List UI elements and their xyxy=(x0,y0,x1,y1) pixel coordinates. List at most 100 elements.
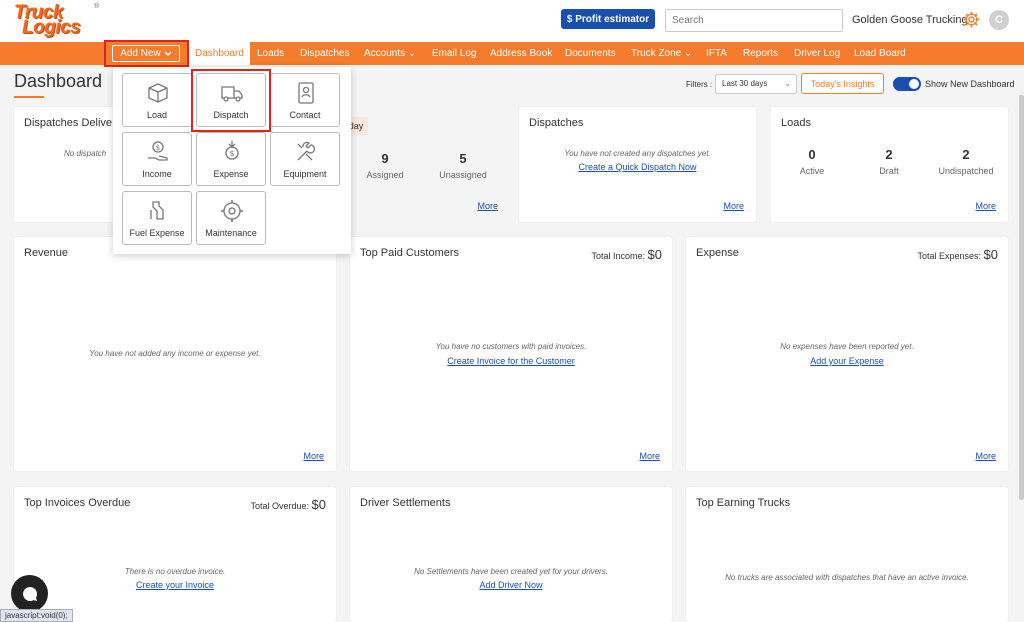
draft-stat: 2 Draft xyxy=(854,147,924,176)
add-expense-tile[interactable]: $ Expense xyxy=(196,132,266,186)
nav-ifta[interactable]: IFTA xyxy=(706,42,727,65)
assigned-count: 9 xyxy=(381,151,389,166)
filters-label: Filters : xyxy=(686,80,713,89)
expense-card: Expense Total Expenses: $0 No expenses h… xyxy=(686,237,1008,471)
nav-address-book[interactable]: Address Book xyxy=(490,42,552,65)
more-link[interactable]: More xyxy=(975,201,996,211)
tile-label: Fuel Expense xyxy=(129,228,185,238)
contact-card-icon xyxy=(298,82,314,104)
nav-dashboard[interactable]: Dashboard xyxy=(189,42,250,65)
empty-message: You have no customers with paid invoices… xyxy=(435,342,587,351)
nav-load-board[interactable]: Load Board xyxy=(854,42,906,65)
truck-logics-logo[interactable]: Truck Logics ® xyxy=(12,2,99,40)
card-title: Top Invoices Overdue xyxy=(24,497,131,509)
svg-text:$: $ xyxy=(229,149,234,158)
search-input[interactable] xyxy=(665,9,843,32)
add-load-tile[interactable]: Load xyxy=(122,73,192,127)
total-expenses: Total Expenses: $0 xyxy=(917,247,998,262)
top-bar: Truck Logics ® $ Profit estimator Golden… xyxy=(0,0,1024,42)
tile-label: Equipment xyxy=(283,169,327,179)
scrollbar[interactable] xyxy=(1019,95,1024,500)
date-filter-select[interactable]: Last 30 days ⌄ xyxy=(715,74,797,94)
unassigned-count: 5 xyxy=(459,151,467,166)
add-equipment-tile[interactable]: Equipment xyxy=(270,132,340,186)
active-label: Active xyxy=(799,166,825,176)
assigned-label: Assigned xyxy=(366,170,404,180)
card-title: Top Paid Customers xyxy=(360,247,460,259)
nav-loads[interactable]: Loads xyxy=(257,42,284,65)
loads-card: Loads 0 Active 2 Draft 2 Undispatched Mo… xyxy=(771,107,1008,222)
add-driver-link[interactable]: Add Driver Now xyxy=(350,580,672,590)
create-dispatch-link[interactable]: Create a Quick Dispatch Now xyxy=(519,162,756,172)
total-label: Total Income: xyxy=(591,251,646,261)
undispatched-count: 2 xyxy=(962,147,970,162)
todays-insights-button[interactable]: Today's Insights xyxy=(801,73,884,94)
create-invoice-link[interactable]: Create your Invoice xyxy=(14,580,336,590)
nav-documents[interactable]: Documents xyxy=(565,42,616,65)
empty-message: There is no overdue invoice. xyxy=(124,567,226,576)
nav-email-log[interactable]: Email Log xyxy=(432,42,476,65)
add-income-tile[interactable]: $ Income xyxy=(122,132,192,186)
unassigned-stat: 5 Unassigned xyxy=(428,151,498,180)
add-expense-link[interactable]: Add your Expense xyxy=(686,356,1008,366)
add-contact-tile[interactable]: Contact xyxy=(270,73,340,127)
more-link[interactable]: More xyxy=(477,201,498,211)
total-value: $0 xyxy=(647,247,662,262)
tile-label: Expense xyxy=(213,169,249,179)
maintenance-gear-icon xyxy=(221,200,243,222)
total-value: $0 xyxy=(983,247,998,262)
company-name[interactable]: Golden Goose Trucking xyxy=(852,14,968,26)
tile-label: Income xyxy=(142,169,172,179)
add-new-button[interactable]: Add New xyxy=(112,45,180,62)
card-title: Expense xyxy=(696,247,739,259)
tools-icon xyxy=(297,141,316,161)
card-title: Revenue xyxy=(24,247,69,259)
add-new-label: Add New xyxy=(120,48,161,59)
card-title: Dispatches Delive xyxy=(24,117,113,129)
nav-accounts[interactable]: Accounts ⌄ xyxy=(364,42,416,65)
create-invoice-customer-link[interactable]: Create Invoice for the Customer xyxy=(350,356,672,366)
new-dashboard-toggle[interactable] xyxy=(893,77,921,91)
settings-gear-icon[interactable] xyxy=(963,11,980,28)
total-label: Total Expenses: xyxy=(917,251,982,261)
empty-message: You have not added any income or expense… xyxy=(89,349,261,358)
nav-dispatches[interactable]: Dispatches xyxy=(300,42,349,65)
more-link[interactable]: More xyxy=(303,451,324,461)
money-down-icon: $ xyxy=(225,141,239,160)
logo-registered-mark: ® xyxy=(94,3,100,10)
empty-message: No trucks are associated with dispatches… xyxy=(725,573,969,582)
money-hand-icon: $ xyxy=(148,141,168,161)
add-fuel-expense-tile[interactable]: Fuel Expense xyxy=(122,191,192,245)
more-link[interactable]: More xyxy=(975,451,996,461)
browser-status-bar: javascript:void(0); xyxy=(0,609,73,622)
nav-truck-zone[interactable]: Truck Zone ⌄ xyxy=(631,42,692,65)
nav-reports[interactable]: Reports xyxy=(743,42,778,65)
assigned-stat: 9 Assigned xyxy=(350,151,420,180)
card-title: Top Earning Trucks xyxy=(696,497,791,509)
chevron-down-icon: ⌄ xyxy=(784,79,791,88)
toggle-label: Show New Dashboard xyxy=(925,79,1015,89)
empty-message: No expenses have been reported yet. xyxy=(780,342,914,351)
add-maintenance-tile[interactable]: Maintenance xyxy=(196,191,266,245)
more-link[interactable]: More xyxy=(639,451,660,461)
chat-widget-button[interactable] xyxy=(11,575,48,612)
total-label: Total Overdue: xyxy=(250,501,310,511)
date-filter-value: Last 30 days xyxy=(722,79,768,88)
tile-label: Load xyxy=(146,110,168,120)
profit-estimator-button[interactable]: $ Profit estimator xyxy=(561,9,655,29)
tile-label: Maintenance xyxy=(205,228,257,238)
nav-driver-log[interactable]: Driver Log xyxy=(794,42,840,65)
empty-message: No Settlements have been created yet for… xyxy=(414,567,608,576)
page-title: Dashboard xyxy=(14,71,103,91)
driver-settlements-card: Driver Settlements No Settlements have b… xyxy=(350,487,672,622)
more-link[interactable]: More xyxy=(723,201,744,211)
fuel-nozzle-icon xyxy=(150,201,164,220)
active-count: 0 xyxy=(808,147,816,162)
empty-message: You have not created any dispatches yet. xyxy=(564,149,711,158)
dispatch-tile-highlight xyxy=(191,69,271,132)
logo-text-line2: Logics xyxy=(22,17,81,38)
svg-text:$: $ xyxy=(156,144,160,152)
user-avatar[interactable]: C xyxy=(989,10,1009,30)
tile-label: Contact xyxy=(289,110,321,120)
card-title: Dispatches xyxy=(529,117,584,129)
